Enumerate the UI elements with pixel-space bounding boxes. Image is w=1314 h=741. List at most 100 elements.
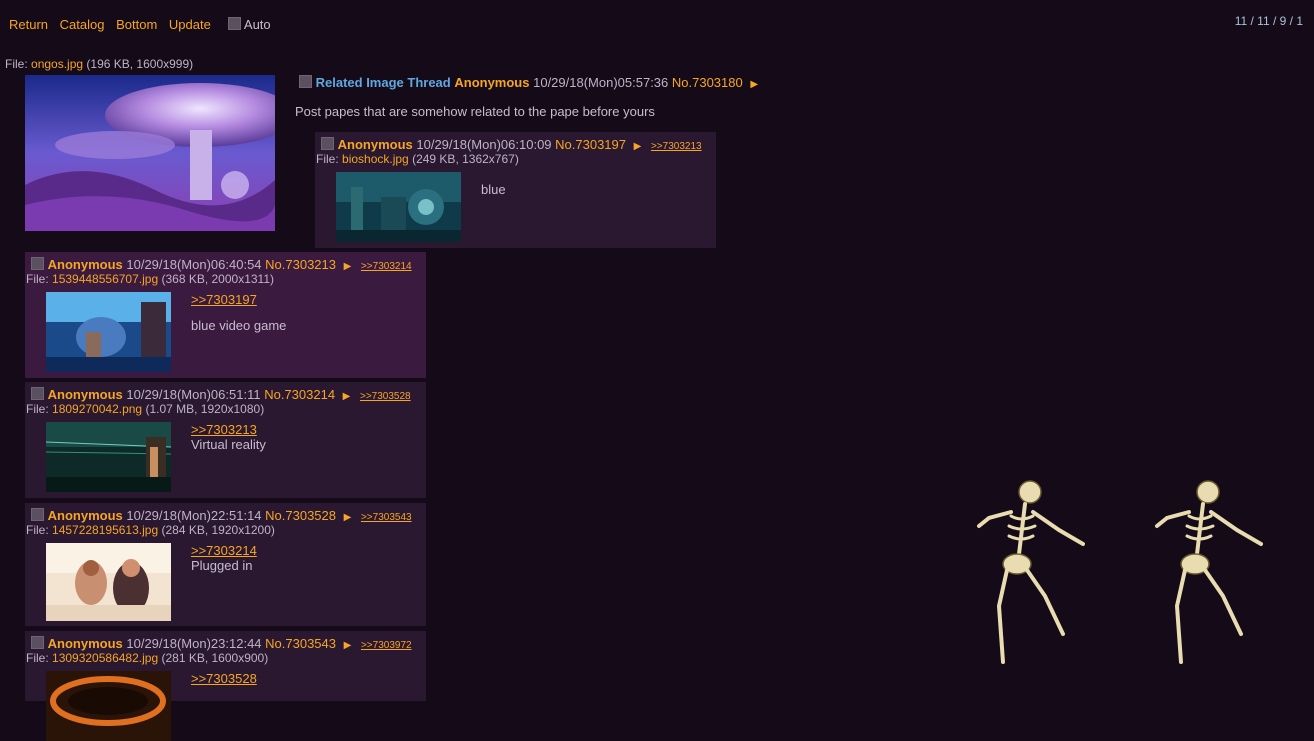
blue-game-scene-image: [46, 292, 171, 372]
reply-backlink[interactable]: >>7303214: [361, 261, 412, 272]
reply-name: Anonymous: [47, 387, 123, 402]
mushroom-landscape-image: [25, 75, 275, 231]
reply-file-details: (368 KB, 2000x1311): [161, 272, 274, 286]
reply-menu-arrow-icon[interactable]: ▶: [343, 391, 351, 402]
reply-quote-link[interactable]: >>7303213: [191, 422, 257, 437]
reply-menu-arrow-icon[interactable]: ▶: [344, 512, 352, 523]
reply-date: 10/29/18(Mon)22:51:14: [126, 508, 262, 523]
reply-thumbnail[interactable]: [46, 543, 171, 621]
reply-comment: Virtual reality: [191, 437, 266, 452]
fire-ring-image: [46, 671, 171, 741]
auto-checkbox-icon[interactable]: [228, 17, 241, 30]
reply-comment: blue: [481, 182, 506, 197]
reply-post-number[interactable]: No.7303528: [265, 508, 336, 523]
reply-comment: Plugged in: [191, 558, 253, 573]
nav-bottom-link[interactable]: Bottom: [116, 17, 165, 32]
op-date: 10/29/18(Mon)05:57:36: [533, 75, 669, 90]
op-thumbnail[interactable]: [25, 75, 275, 231]
file-prefix: File:: [26, 272, 49, 286]
reply-menu-arrow-icon[interactable]: ▶: [344, 261, 352, 272]
reply-file-link[interactable]: bioshock.jpg: [342, 152, 409, 166]
op-file-info: File: ongos.jpg (196 KB, 1600x999): [5, 57, 193, 71]
reply-thumbnail[interactable]: [46, 671, 171, 741]
reply-quote-link[interactable]: >>7303197: [191, 292, 257, 307]
reply-date: 10/29/18(Mon)06:10:09: [416, 137, 552, 152]
op-post-number[interactable]: No.7303180: [672, 75, 743, 90]
reply-post: Anonymous 10/29/18(Mon)23:12:44 No.73035…: [25, 631, 426, 741]
reply-file-info: File: 1457228195613.jpg (284 KB, 1920x12…: [26, 523, 275, 537]
reply-select-checkbox-icon[interactable]: [31, 508, 44, 521]
reply-name: Anonymous: [47, 508, 123, 523]
reply-file-info: File: 1809270042.png (1.07 MB, 1920x1080…: [26, 402, 264, 416]
op-file-details: (196 KB, 1600x999): [86, 57, 194, 71]
reply-thumbnail[interactable]: [46, 292, 171, 372]
file-prefix: File:: [5, 57, 28, 71]
reply-post: Anonymous 10/29/18(Mon)06:40:54 No.73032…: [25, 252, 426, 378]
reply-name: Anonymous: [47, 257, 123, 272]
reply-header: Anonymous 10/29/18(Mon)22:51:14 No.73035…: [31, 508, 412, 523]
reply-file-info: File: 1539448556707.jpg (368 KB, 2000x13…: [26, 272, 274, 286]
op-header: Related Image Thread Anonymous 10/29/18(…: [299, 75, 758, 90]
dancing-skeleton-icon: [975, 474, 1085, 670]
reply-backlink[interactable]: >>7303972: [361, 640, 412, 651]
file-prefix: File:: [26, 523, 49, 537]
reply-post: Anonymous 10/29/18(Mon)06:10:09 No.73031…: [315, 132, 716, 248]
nav-catalog-link[interactable]: Catalog: [60, 17, 113, 32]
reply-thumbnail[interactable]: [46, 422, 171, 492]
reply-file-info: File: bioshock.jpg (249 KB, 1362x767): [316, 152, 519, 166]
auto-label: Auto: [243, 17, 271, 32]
op-subject: Related Image Thread: [315, 75, 451, 90]
reply-date: 10/29/18(Mon)06:51:11: [126, 387, 261, 402]
reply-header: Anonymous 10/29/18(Mon)06:51:11 No.73032…: [31, 387, 411, 402]
reply-header: Anonymous 10/29/18(Mon)23:12:44 No.73035…: [31, 636, 412, 651]
nav-return-link[interactable]: Return: [9, 17, 56, 32]
reply-file-details: (249 KB, 1362x767): [412, 152, 519, 166]
reply-thumbnail[interactable]: [336, 172, 461, 242]
reply-quote-link[interactable]: >>7303528: [191, 671, 257, 686]
reply-menu-arrow-icon[interactable]: ▶: [634, 141, 642, 152]
reply-menu-arrow-icon[interactable]: ▶: [344, 640, 352, 651]
reply-file-link[interactable]: 1309320586482.jpg: [52, 651, 158, 665]
reply-date: 10/29/18(Mon)06:40:54: [126, 257, 262, 272]
op-file-link[interactable]: ongos.jpg: [31, 57, 83, 71]
nav-update-link[interactable]: Update: [169, 17, 219, 32]
reply-post-number[interactable]: No.7303197: [555, 137, 626, 152]
reply-file-link[interactable]: 1809270042.png: [52, 402, 142, 416]
file-prefix: File:: [316, 152, 339, 166]
reply-select-checkbox-icon[interactable]: [31, 257, 44, 270]
reply-file-link[interactable]: 1539448556707.jpg: [52, 272, 158, 286]
reply-header: Anonymous 10/29/18(Mon)06:40:54 No.73032…: [31, 257, 412, 272]
dancing-skeleton-icon: [1153, 474, 1263, 670]
reply-post-number[interactable]: No.7303213: [265, 257, 336, 272]
top-nav: Return Catalog Bottom Update: [9, 17, 219, 32]
reply-backlink[interactable]: >>7303543: [361, 512, 412, 523]
reply-post-number[interactable]: No.7303214: [264, 387, 335, 402]
reply-backlink[interactable]: >>7303528: [360, 391, 411, 402]
file-prefix: File:: [26, 651, 49, 665]
reply-post: Anonymous 10/29/18(Mon)22:51:14 No.73035…: [25, 503, 426, 626]
reply-post-number[interactable]: No.7303543: [265, 636, 336, 651]
op-select-checkbox-icon[interactable]: [299, 75, 312, 88]
reply-comment: blue video game: [191, 318, 287, 333]
op-menu-arrow-icon[interactable]: ▶: [750, 79, 758, 90]
reply-file-info: File: 1309320586482.jpg (281 KB, 1600x90…: [26, 651, 268, 665]
reply-file-link[interactable]: 1457228195613.jpg: [52, 523, 158, 537]
reply-select-checkbox-icon[interactable]: [31, 636, 44, 649]
reply-file-details: (1.07 MB, 1920x1080): [145, 402, 265, 416]
reply-select-checkbox-icon[interactable]: [321, 137, 334, 150]
auto-update-toggle[interactable]: Auto: [228, 17, 271, 32]
reply-name: Anonymous: [47, 636, 123, 651]
op-name: Anonymous: [454, 75, 530, 90]
reply-date: 10/29/18(Mon)23:12:44: [126, 636, 262, 651]
underwater-city-image: [336, 172, 461, 242]
reply-select-checkbox-icon[interactable]: [31, 387, 44, 400]
anime-illustration-image: [46, 543, 171, 621]
file-prefix: File:: [26, 402, 49, 416]
reply-backlink[interactable]: >>7303213: [651, 141, 702, 152]
op-comment: Post papes that are somehow related to t…: [295, 104, 655, 119]
reply-file-details: (284 KB, 1920x1200): [161, 523, 275, 537]
thread-stats: 11 / 11 / 9 / 1: [1234, 14, 1303, 28]
reply-name: Anonymous: [337, 137, 413, 152]
reply-quote-link[interactable]: >>7303214: [191, 543, 257, 558]
corridor-scene-image: [46, 422, 171, 492]
